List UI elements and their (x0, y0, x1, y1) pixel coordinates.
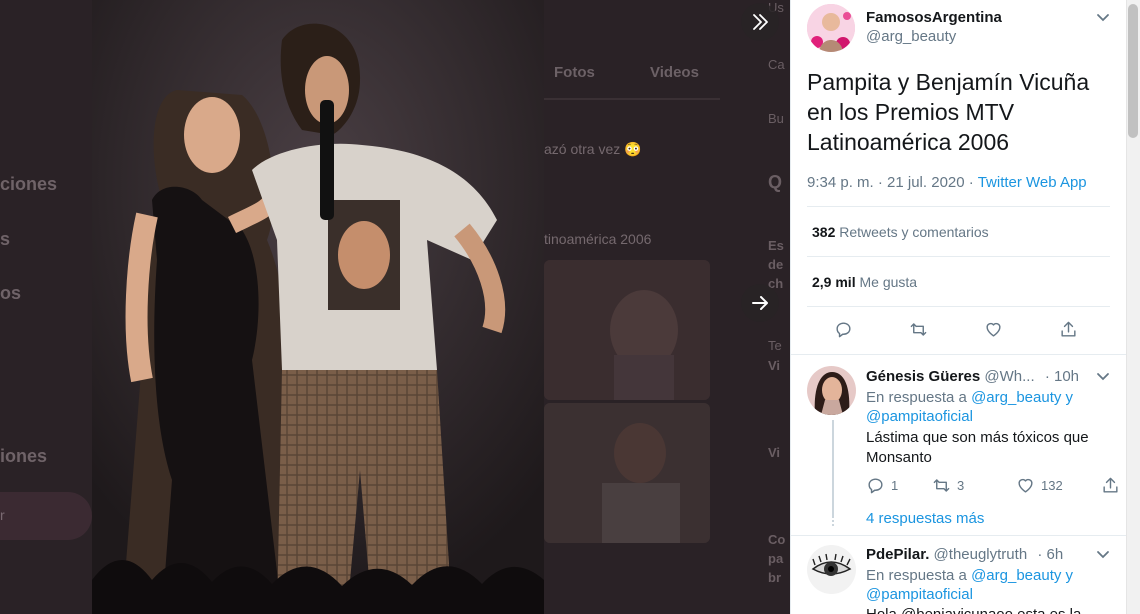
tweet-client-link[interactable]: Twitter Web App (978, 174, 1087, 191)
chevron-down-icon[interactable] (1095, 368, 1111, 384)
reply-context-label: En respuesta a (866, 567, 967, 584)
share-icon (1061, 321, 1076, 337)
divider (807, 206, 1110, 207)
like-button[interactable] (984, 320, 1003, 339)
reply-time[interactable]: · 6h (1037, 546, 1063, 563)
chevron-double-right-icon (753, 14, 768, 30)
retweet-icon (933, 479, 950, 492)
media-viewer: ciones s os iones r Fotos Videos azó otr… (0, 0, 1140, 614)
arrow-right-icon (752, 296, 768, 310)
reply-icon (836, 322, 851, 338)
reply-actions: 1 3 132 (866, 476, 1120, 495)
bg-right-text-8: Te (768, 338, 782, 353)
like-count: 132 (1041, 478, 1063, 493)
share-icon (1103, 477, 1118, 493)
divider (807, 306, 1110, 307)
reply-button[interactable]: 1 (866, 476, 932, 495)
reply-avatar[interactable] (807, 545, 856, 594)
bg-nav-item-3: os (0, 283, 22, 303)
bg-right-text-6: de (768, 257, 784, 272)
reply-author-handle[interactable]: @Wh... (984, 368, 1034, 385)
reply-text: Lástima que son más tóxicos que Monsanto (866, 429, 1089, 466)
show-more-replies-link[interactable]: 4 respuestas más (866, 510, 984, 527)
reply-button[interactable] (834, 320, 853, 339)
scrollbar[interactable] (1126, 0, 1140, 614)
bg-nav-item-4: iones (0, 446, 48, 466)
bg-right-text-10: Vi (768, 445, 781, 460)
reply-context-and: y (1065, 567, 1074, 584)
bg-right-text-5: Es (768, 238, 784, 253)
heart-icon (1018, 478, 1033, 493)
tweet-actions (834, 320, 1078, 339)
collapse-panel-button[interactable] (741, 3, 779, 41)
bg-thumbnail-1 (544, 260, 710, 400)
reply-author-handle[interactable]: @theuglytruth (934, 546, 1028, 563)
reply-count: 1 (891, 478, 899, 493)
author-handle[interactable]: @arg_beauty (866, 28, 956, 45)
divider (791, 535, 1126, 536)
likes-label: Me gusta (859, 274, 918, 290)
reply-author-name[interactable]: PdePilar. (866, 546, 929, 563)
mention-link[interactable]: @arg_beauty (971, 389, 1061, 406)
bg-snippet-1: azó otra vez 😳 (544, 141, 642, 157)
bg-tweet-button-label: r (0, 507, 5, 523)
chevron-down-icon[interactable] (1095, 546, 1111, 562)
bg-thumbnail-2 (544, 403, 710, 543)
reply-icon (868, 478, 883, 494)
thread-line (832, 420, 834, 516)
author-avatar[interactable] (807, 4, 855, 52)
retweet-button[interactable]: 3 (932, 476, 1016, 495)
bg-divider (544, 98, 720, 100)
tweet-detail-panel: FamososArgentina @arg_beauty Pampita y B… (790, 0, 1140, 614)
mention-link[interactable]: @pampitaoficial (866, 408, 973, 425)
like-button[interactable]: 132 (1016, 476, 1101, 495)
divider (791, 354, 1126, 355)
reply-text: Hola @benjavicunaoo esta es la (866, 605, 1106, 614)
retweet-button[interactable] (909, 320, 928, 339)
bg-tweet-button: r (0, 492, 92, 540)
author-name[interactable]: FamososArgentina (866, 9, 1002, 26)
bg-snippet-2: tinoamérica 2006 (544, 231, 652, 247)
divider (807, 256, 1110, 257)
bg-right-text-11: Co (768, 532, 786, 547)
retweets-count: 382 (812, 224, 836, 240)
next-image-button[interactable] (741, 284, 779, 322)
likes-count: 2,9 mil (812, 274, 856, 290)
reply-time[interactable]: · 10h (1045, 368, 1079, 385)
heart-icon (986, 322, 1001, 337)
bg-right-text-9: Vi (768, 358, 781, 373)
retweets-label: Retweets y comentarios (839, 224, 989, 240)
scrollbar-thumb[interactable] (1128, 4, 1138, 138)
mention-link[interactable]: @pampitaoficial (866, 586, 973, 603)
bg-right-text-2: Ca (768, 57, 785, 72)
tweet-text: Pampita y Benjamín Vicuña en los Premios… (807, 69, 1090, 155)
share-button[interactable] (1101, 476, 1120, 495)
thread-dots (832, 512, 834, 526)
bg-nav-item-2: s (0, 229, 11, 249)
timestamp-separator: · (968, 174, 974, 191)
retweet-icon (910, 323, 927, 336)
retweet-count: 3 (957, 478, 965, 493)
bg-right-text-3: Bu (768, 111, 784, 126)
bg-right-text-12: pa (768, 551, 784, 566)
reply-avatar[interactable] (807, 366, 856, 415)
likes-stat[interactable]: 2,9 mil Me gusta (812, 274, 917, 290)
bg-nav-item-1: ciones (0, 174, 58, 194)
reply-author-name[interactable]: Génesis Güeres (866, 368, 980, 385)
bg-tab-photos: Fotos (554, 64, 595, 81)
retweets-stat[interactable]: 382 Retweets y comentarios (812, 224, 989, 240)
tweet-photo[interactable] (92, 0, 544, 614)
reply-context-and: y (1065, 389, 1074, 406)
bg-tab-videos: Videos (650, 64, 699, 81)
tweet-timestamp[interactable]: 9:34 p. m. · 21 jul. 2020 (807, 174, 965, 191)
mention-link[interactable]: @arg_beauty (971, 567, 1061, 584)
bg-right-text-4: Q (768, 172, 783, 192)
reply-context-label: En respuesta a (866, 389, 967, 406)
bg-right-text-13: br (768, 570, 781, 585)
chevron-down-icon[interactable] (1095, 9, 1111, 25)
share-button[interactable] (1059, 320, 1078, 339)
